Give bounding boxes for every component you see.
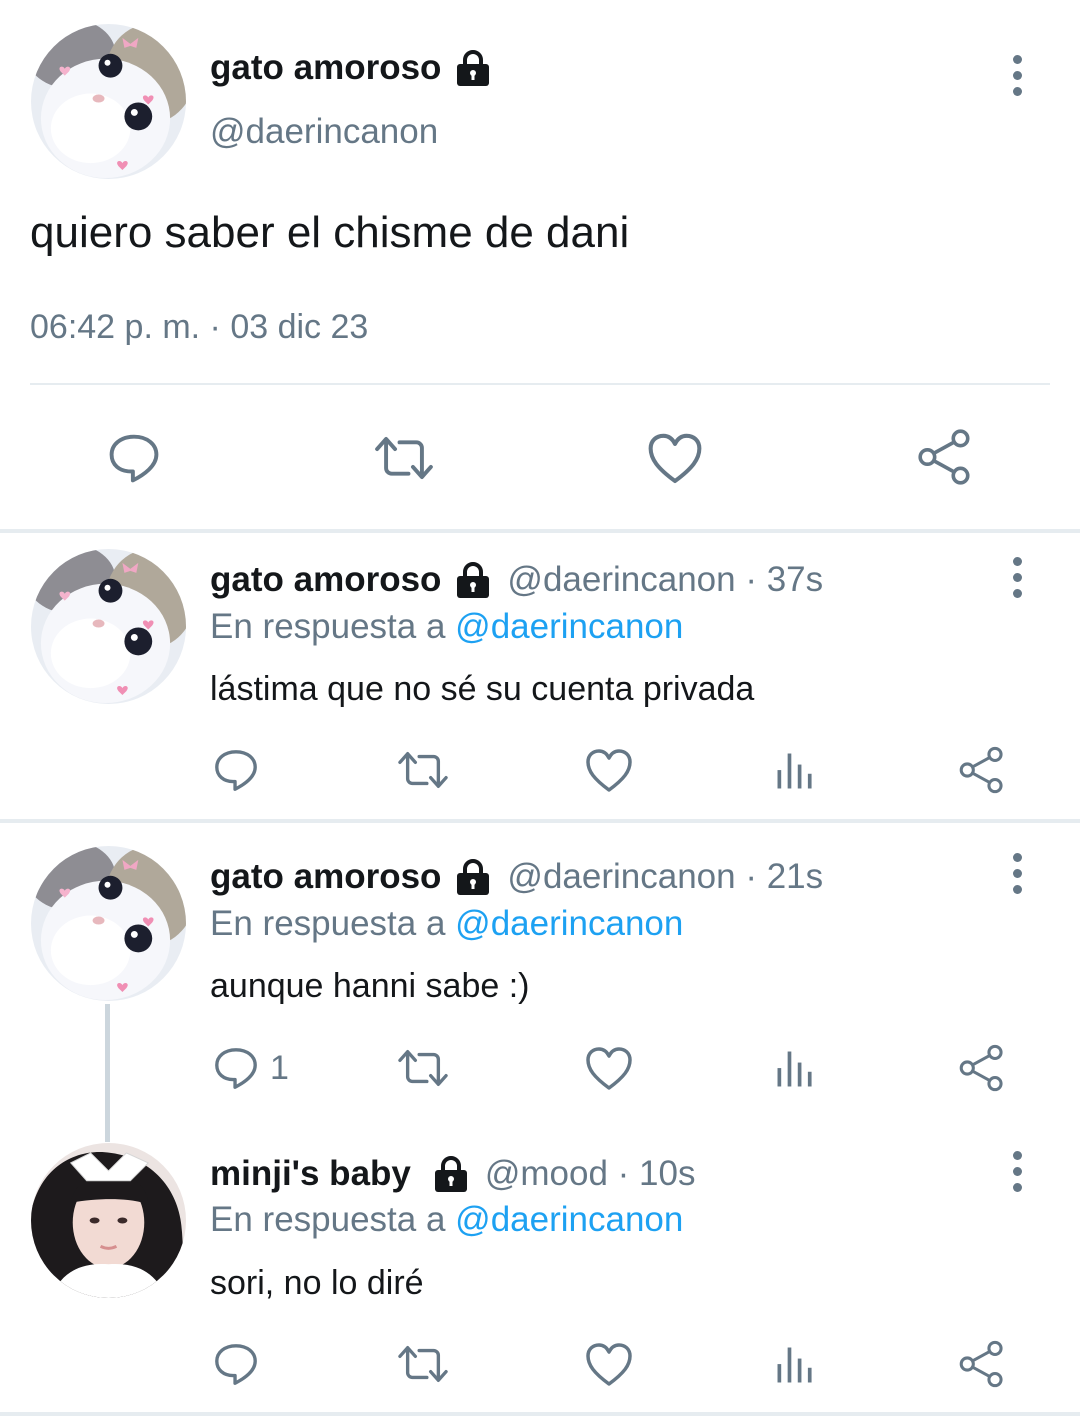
- heart-icon: [646, 430, 704, 488]
- lock-icon: [453, 48, 493, 88]
- section-divider: [0, 529, 1080, 533]
- views-icon: [772, 1046, 818, 1092]
- reply-context: En respuesta a @daerincanon: [210, 607, 683, 647]
- cat-avatar-image: [31, 549, 186, 704]
- reply-header: gato amoroso @daerincanon · 21s: [210, 857, 823, 897]
- retweet-button[interactable]: [370, 430, 438, 486]
- reply-count: 1: [270, 1048, 289, 1087]
- mention-link[interactable]: @daerincanon: [455, 904, 683, 943]
- like-button[interactable]: [584, 1340, 634, 1390]
- reply-icon: [212, 746, 260, 794]
- views-button[interactable]: [772, 1046, 818, 1092]
- views-button[interactable]: [772, 748, 818, 794]
- reply-button[interactable]: [106, 430, 162, 486]
- reply-icon: [106, 430, 162, 486]
- reply-context: En respuesta a @daerincanon: [210, 1200, 683, 1240]
- reply-button[interactable]: [212, 746, 260, 794]
- more-vertical-icon: [1012, 1150, 1022, 1160]
- reply-label: En respuesta a: [210, 1200, 446, 1239]
- like-button[interactable]: [646, 430, 704, 488]
- more-vertical-icon: [1012, 54, 1022, 64]
- author-name[interactable]: gato amoroso: [210, 560, 441, 600]
- thread-connector-line: [105, 1004, 110, 1142]
- retweet-button[interactable]: [394, 746, 452, 794]
- mention-link[interactable]: @daerincanon: [455, 607, 683, 646]
- reply-button[interactable]: [212, 1340, 260, 1388]
- tweet-text: aunque hanni sabe :): [210, 967, 530, 1005]
- reply-icon: [212, 1340, 260, 1388]
- more-options-button[interactable]: [1002, 1146, 1032, 1196]
- author-name[interactable]: gato amoroso: [210, 48, 441, 88]
- divider: [30, 383, 1050, 385]
- like-button[interactable]: [584, 1044, 634, 1094]
- more-vertical-icon: [1012, 852, 1022, 862]
- tweet-text: sori, no lo diré: [210, 1264, 424, 1302]
- main-tweet: gato amoroso @daerincanon quiero saber e…: [0, 0, 1080, 530]
- avatar[interactable]: [31, 846, 186, 1001]
- share-icon: [956, 744, 1008, 796]
- reply-label: En respuesta a: [210, 904, 446, 943]
- share-button[interactable]: [956, 1338, 1008, 1390]
- reply-icon: [212, 1044, 260, 1092]
- handle-and-time[interactable]: @mood · 10s: [485, 1154, 696, 1194]
- more-options-button[interactable]: [1002, 552, 1032, 602]
- retweet-icon: [370, 430, 438, 486]
- reply-header: gato amoroso @daerincanon · 37s: [210, 560, 823, 600]
- avatar[interactable]: [31, 24, 186, 179]
- heart-icon: [584, 1340, 634, 1390]
- author-name[interactable]: gato amoroso: [210, 857, 441, 897]
- retweet-icon: [394, 1044, 452, 1092]
- more-options-button[interactable]: [1002, 50, 1032, 100]
- section-divider: [0, 819, 1080, 823]
- cat-avatar-image: [31, 846, 186, 1001]
- section-divider: [0, 1412, 1080, 1416]
- reply-context: En respuesta a @daerincanon: [210, 904, 683, 944]
- tweet-text: lástima que no sé su cuenta privada: [210, 670, 755, 708]
- girl-avatar-image: [31, 1143, 186, 1298]
- views-icon: [772, 748, 818, 794]
- views-icon: [772, 1342, 818, 1388]
- cat-avatar-image: [31, 24, 186, 179]
- tweet-text: quiero saber el chisme de dani: [30, 208, 630, 257]
- more-options-button[interactable]: [1002, 848, 1032, 898]
- retweet-icon: [394, 1340, 452, 1388]
- share-button[interactable]: [914, 426, 976, 488]
- reply-button[interactable]: 1: [212, 1044, 289, 1092]
- share-button[interactable]: [956, 1042, 1008, 1094]
- tweet-timestamp: 06:42 p. m. · 03 dic 23: [30, 308, 369, 346]
- share-icon: [956, 1042, 1008, 1094]
- reply-header: minji's baby @mood · 10s: [210, 1154, 696, 1194]
- author-handle[interactable]: @daerincanon: [210, 112, 438, 152]
- author-name-row[interactable]: gato amoroso: [210, 48, 493, 88]
- retweet-button[interactable]: [394, 1340, 452, 1388]
- author-name[interactable]: minji's baby: [210, 1154, 411, 1194]
- more-vertical-icon: [1012, 556, 1022, 566]
- handle-and-time[interactable]: @daerincanon · 37s: [507, 560, 823, 600]
- avatar[interactable]: [31, 549, 186, 704]
- handle-and-time[interactable]: @daerincanon · 21s: [507, 857, 823, 897]
- retweet-icon: [394, 746, 452, 794]
- lock-icon: [431, 1154, 471, 1194]
- share-icon: [956, 1338, 1008, 1390]
- share-icon: [914, 426, 976, 488]
- lock-icon: [453, 857, 493, 897]
- avatar[interactable]: [31, 1143, 186, 1298]
- views-button[interactable]: [772, 1342, 818, 1388]
- reply-label: En respuesta a: [210, 607, 446, 646]
- mention-link[interactable]: @daerincanon: [455, 1200, 683, 1239]
- share-button[interactable]: [956, 744, 1008, 796]
- like-button[interactable]: [584, 746, 634, 796]
- heart-icon: [584, 1044, 634, 1094]
- retweet-button[interactable]: [394, 1044, 452, 1092]
- heart-icon: [584, 746, 634, 796]
- lock-icon: [453, 560, 493, 600]
